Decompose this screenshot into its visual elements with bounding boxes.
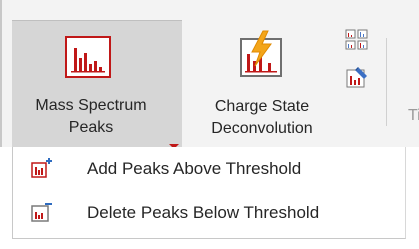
mass-spectrum-icon [65, 36, 111, 78]
ribbon-border [0, 0, 2, 147]
ribbon: Mass Spectrum Peaks Charge State Deconvo… [0, 0, 419, 149]
charge-state-label-line2: Deconvolution [211, 120, 313, 137]
mass-spectrum-peaks-label-line1: Mass Spectrum [35, 97, 147, 114]
mass-spectrum-peaks-menu: Add Peaks Above Threshold Delete Peaks B… [12, 147, 406, 239]
charge-state-deconvolution-label: Charge State Deconvolution [196, 96, 328, 140]
charge-state-deconvolution-icon [240, 30, 282, 77]
mass-spectrum-peaks-label: Mass Spectrum Peaks [12, 95, 170, 139]
peak-table-icon [345, 29, 368, 50]
menu-item-delete-peaks-below-threshold[interactable]: Delete Peaks Below Threshold [13, 193, 405, 233]
mass-spectrum-peaks-label-line2: Peaks [68, 119, 114, 136]
ribbon-group-separator [386, 38, 387, 126]
mass-spectrum-peaks-button[interactable]: Mass Spectrum Peaks [12, 20, 182, 149]
charge-state-label-line1: Charge State [214, 98, 310, 115]
peak-edit-icon [346, 67, 367, 88]
truncated-ribbon-label: Ti [408, 107, 419, 124]
menu-item-label: Add Peaks Above Threshold [87, 159, 302, 178]
menu-item-add-peaks-above-threshold[interactable]: Add Peaks Above Threshold [13, 149, 405, 189]
menu-item-label: Delete Peaks Below Threshold [87, 203, 320, 222]
add-peaks-icon [31, 158, 52, 178]
delete-peaks-icon [31, 203, 52, 222]
